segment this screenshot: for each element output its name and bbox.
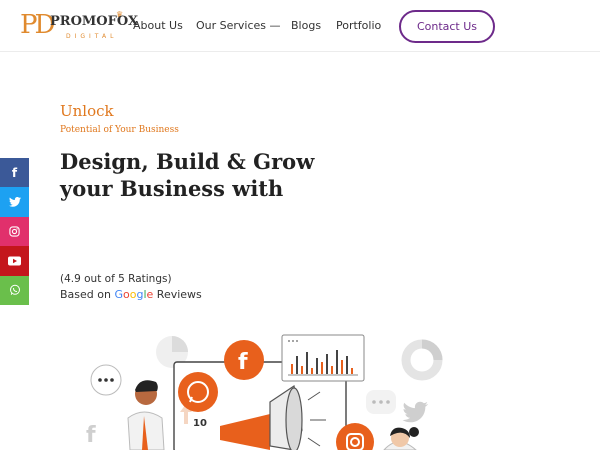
based-on-google-reviews: Based on Google Reviews [60,288,202,301]
man-figure [127,380,165,450]
youtube-icon[interactable] [0,246,29,276]
twitter-grey-icon [402,401,428,423]
google-wordmark: Google [114,288,153,301]
google-letter: e [146,288,154,301]
instagram-icon[interactable] [0,216,29,247]
whatsapp-bubble-icon [178,372,218,412]
facebook-grey-icon: f [86,423,96,448]
rating-text: (4.9 out of 5 Ratings) [60,273,172,285]
hero-eyebrow-subtitle: Potential of Your Business [60,125,179,135]
woman-figure [383,427,419,450]
headline-line-1: Design, Build & Grow [60,149,315,174]
facebook-icon[interactable]: f [0,158,29,188]
speech-bubble-icon [90,364,122,396]
marketing-illustration: f 10 f [80,330,460,450]
google-letter: o [123,288,130,301]
reviews-label: Reviews [156,288,202,301]
based-on-label: Based on [60,288,111,301]
nav-blogs[interactable]: Blogs [291,19,321,32]
social-sidebar: f [0,158,29,305]
logo-mark-p: P [20,10,37,40]
marketing-illustration-svg: f 10 f [86,334,443,450]
bar-chart-card [281,334,365,382]
nav-our-services[interactable]: Our Services — [196,19,281,32]
svg-text:f: f [238,350,248,375]
donut-chart-graphic [401,339,443,381]
hero-eyebrow: Unlock [60,102,114,120]
nav-about-us[interactable]: About Us [133,19,183,32]
whatsapp-icon[interactable] [0,275,29,305]
twitter-icon[interactable] [0,187,29,217]
logo-mark: PD [20,10,55,40]
logo-name: PROMOFOX [50,14,139,29]
badge-count: 10 [193,418,207,429]
site-header: PD ♛ PROMOFOX DIGITAL About Us Our Servi… [0,0,600,52]
logo-subtitle: DIGITAL [66,33,118,40]
headline-line-2: your Business with [60,176,284,201]
hero-headline: Design, Build & Grow your Business with [60,148,380,202]
promofox-logo[interactable]: PD ♛ PROMOFOX DIGITAL [20,10,138,42]
speech-bubble-right-icon [366,390,396,414]
nav-portfolio[interactable]: Portfolio [336,19,381,32]
facebook-bubble-icon: f [224,340,264,380]
google-letter: G [114,288,123,301]
contact-us-button[interactable]: Contact Us [399,10,495,43]
